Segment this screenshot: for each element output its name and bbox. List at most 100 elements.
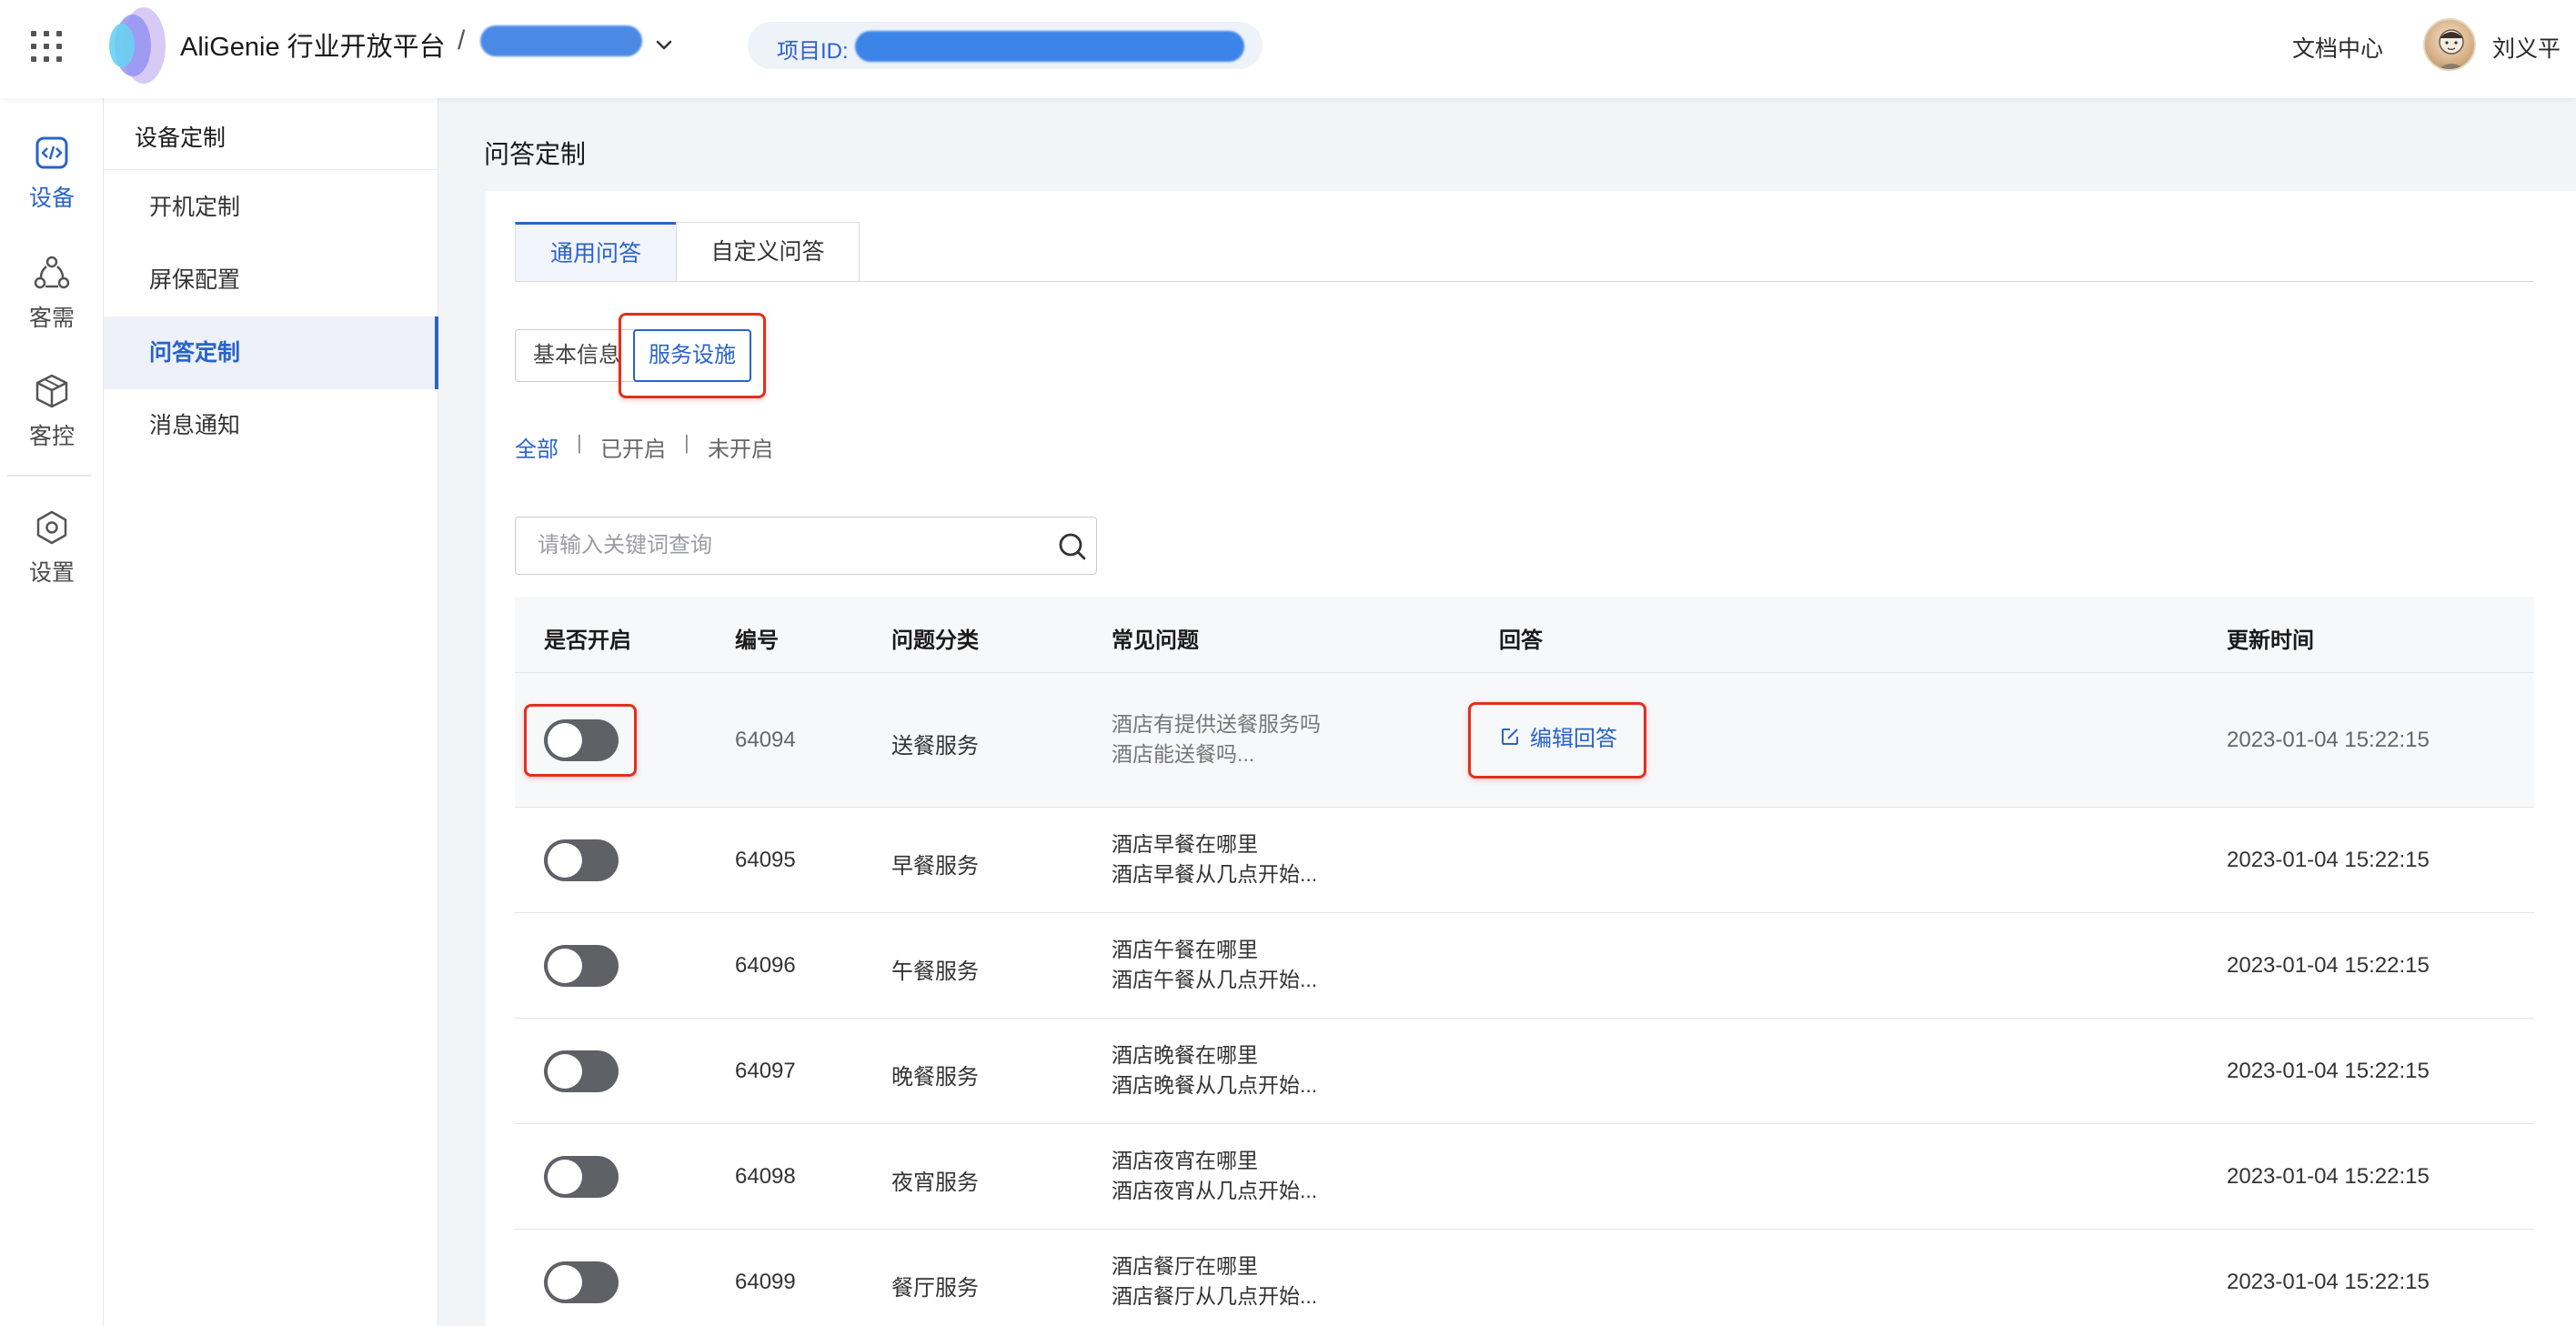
rail-item-label: 设置 (28, 560, 75, 586)
row-id: 64096 (735, 953, 796, 978)
table-row: 64096 午餐服务 酒店午餐在哪里 酒店午餐从几点开始... 2023-01-… (515, 913, 2534, 1019)
enable-switch[interactable] (544, 1050, 619, 1092)
table-row: 64095 早餐服务 酒店早餐在哪里 酒店早餐从几点开始... 2023-01-… (515, 808, 2534, 913)
project-id-label: 项目ID: (777, 39, 849, 64)
column-header: 问题分类 (891, 628, 979, 653)
hexagon-gear-icon (36, 510, 67, 545)
left-rail: 设备 客需 客控 设置 (0, 98, 104, 1326)
row-questions: 酒店夜宵在哪里 酒店夜宵从几点开始... (1112, 1146, 1317, 1206)
code-box-icon (35, 136, 68, 169)
content-card: 通用问答 自定义问答 基本信息 服务设施 全部 | 已开启 | 未开启 是否开启… (486, 191, 2576, 1326)
edit-answer-label: 编辑回答 (1530, 727, 1617, 751)
question-line: 酒店早餐在哪里 (1112, 832, 1258, 856)
sidebar-divider (104, 169, 438, 170)
row-questions: 酒店早餐在哪里 酒店早餐从几点开始... (1112, 829, 1317, 889)
question-line: 酒店晚餐从几点开始... (1112, 1073, 1318, 1097)
row-id: 64094 (735, 728, 796, 752)
cube-icon (35, 374, 68, 408)
tab-general-qa[interactable]: 通用问答 (515, 222, 677, 282)
breadcrumb-separator: / (458, 25, 466, 55)
sidebar-item-qa-custom[interactable]: 问答定制 (104, 316, 438, 389)
rail-item-guest-needs[interactable]: 客需 (0, 255, 104, 333)
edit-icon (1502, 728, 1518, 745)
search-box (515, 517, 1097, 575)
segment-service-facilities[interactable]: 服务设施 (633, 329, 751, 382)
row-updated-time: 2023-01-04 15:22:15 (2227, 1059, 2430, 1083)
project-id-redacted (855, 31, 1244, 62)
question-line: 酒店能送餐吗... (1112, 742, 1255, 766)
row-category: 晚餐服务 (891, 1065, 979, 1090)
sidebar-item-notifications[interactable]: 消息通知 (104, 389, 438, 462)
project-id-pill: 项目ID: (748, 22, 1263, 69)
table-row: 64099 餐厅服务 酒店餐厅在哪里 酒店餐厅从几点开始... 2023-01-… (515, 1230, 2534, 1326)
column-header: 常见问题 (1112, 628, 1199, 653)
top-header: AliGenie 行业开放平台 / 项目ID: 文档中心 刘义平 (0, 0, 2576, 98)
rail-item-label: 客控 (28, 424, 75, 449)
app-grid-icon[interactable] (31, 31, 62, 62)
rail-item-label: 客需 (28, 306, 75, 331)
rail-divider (7, 475, 91, 477)
row-category: 午餐服务 (891, 959, 979, 984)
search-input[interactable] (538, 530, 1047, 561)
row-updated-time: 2023-01-04 15:22:15 (2227, 1164, 2430, 1189)
row-questions: 酒店有提供送餐服务吗 酒店能送餐吗... (1112, 709, 1321, 769)
question-line: 酒店夜宵从几点开始... (1112, 1179, 1318, 1202)
segment-basic-info[interactable]: 基本信息 (515, 329, 639, 382)
sidebar-item-boot-custom[interactable]: 开机定制 (104, 171, 438, 244)
rail-item-label: 设备 (28, 186, 75, 211)
username[interactable]: 刘义平 (2492, 31, 2561, 64)
sidebar-item-screensaver[interactable]: 屏保配置 (104, 244, 438, 316)
search-icon[interactable] (1056, 530, 1089, 563)
edit-answer-button[interactable]: 编辑回答 (1499, 720, 1617, 752)
enable-switch[interactable] (544, 719, 619, 761)
question-line: 酒店餐厅在哪里 (1112, 1254, 1258, 1278)
question-line: 酒店午餐在哪里 (1112, 938, 1258, 961)
row-updated-time: 2023-01-04 15:22:15 (2227, 953, 2430, 978)
row-id: 64095 (735, 848, 796, 872)
filter-enabled[interactable]: 已开启 (600, 431, 666, 463)
row-updated-time: 2023-01-04 15:22:15 (2227, 848, 2430, 872)
chevron-down-icon[interactable] (651, 33, 677, 58)
users-triangle-icon (34, 256, 70, 289)
project-name-redacted[interactable] (480, 25, 642, 56)
rail-item-device[interactable]: 设备 (0, 135, 104, 213)
row-category: 送餐服务 (891, 734, 979, 758)
rail-item-settings[interactable]: 设置 (0, 509, 104, 588)
row-questions: 酒店餐厅在哪里 酒店餐厅从几点开始... (1112, 1251, 1317, 1311)
rail-item-guest-control[interactable]: 客控 (0, 373, 104, 451)
column-header: 编号 (735, 628, 779, 653)
row-category: 夜宵服务 (891, 1170, 979, 1195)
brand-title[interactable]: AliGenie 行业开放平台 (180, 25, 446, 64)
table-row: 64094 送餐服务 酒店有提供送餐服务吗 酒店能送餐吗... 编辑回答 202… (515, 673, 2534, 808)
aligenie-logo (109, 7, 166, 84)
tab-underline (515, 281, 2534, 282)
table-row: 64098 夜宵服务 酒店夜宵在哪里 酒店夜宵从几点开始... 2023-01-… (515, 1124, 2534, 1230)
doc-center-link[interactable]: 文档中心 (2292, 31, 2383, 64)
enable-switch[interactable] (544, 839, 619, 881)
enable-switch[interactable] (544, 945, 619, 987)
filter-disabled[interactable]: 未开启 (708, 431, 773, 463)
question-line: 酒店早餐从几点开始... (1112, 862, 1318, 886)
secondary-sidebar: 设备定制 开机定制 屏保配置 问答定制 消息通知 (104, 98, 438, 1326)
row-questions: 酒店晚餐在哪里 酒店晚餐从几点开始... (1112, 1040, 1317, 1100)
row-questions: 酒店午餐在哪里 酒店午餐从几点开始... (1112, 935, 1317, 995)
tab-custom-qa[interactable]: 自定义问答 (676, 222, 860, 282)
enable-switch[interactable] (544, 1261, 619, 1303)
row-id: 64098 (735, 1164, 796, 1189)
filter-all[interactable]: 全部 (515, 431, 558, 463)
row-category: 餐厅服务 (891, 1276, 979, 1301)
avatar[interactable] (2423, 18, 2476, 71)
table-header: 是否开启 编号 问题分类 常见问题 回答 更新时间 (515, 597, 2534, 673)
row-category: 早餐服务 (891, 854, 979, 879)
row-updated-time: 2023-01-04 15:22:15 (2227, 728, 2430, 752)
column-header: 回答 (1499, 628, 1543, 653)
sidebar-title: 设备定制 (135, 126, 226, 151)
question-line: 酒店午餐从几点开始... (1112, 968, 1318, 991)
column-header: 是否开启 (544, 628, 631, 653)
row-updated-time: 2023-01-04 15:22:15 (2227, 1270, 2430, 1294)
row-id: 64097 (735, 1059, 796, 1083)
page-title: 问答定制 (484, 140, 587, 168)
filter-separator: | (684, 431, 689, 454)
enable-switch[interactable] (544, 1156, 619, 1198)
question-line: 酒店餐厅从几点开始... (1112, 1284, 1318, 1308)
